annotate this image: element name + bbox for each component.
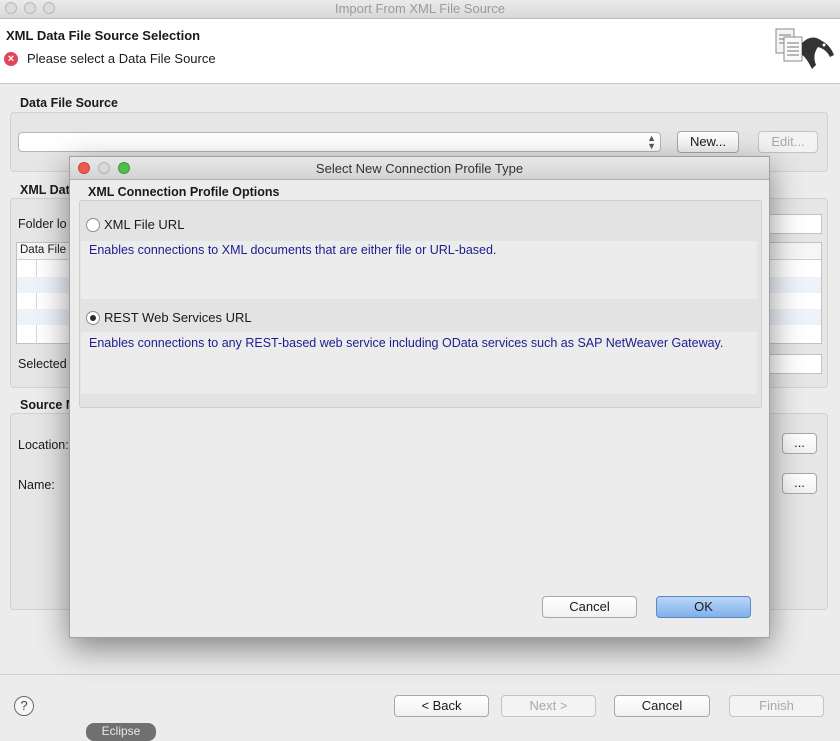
edit-button[interactable]: Edit...: [758, 131, 818, 153]
selected-label: Selected: [18, 357, 67, 371]
option-rest-web-services-url[interactable]: REST Web Services URL Enables connection…: [80, 302, 761, 402]
dialog-cancel-button[interactable]: Cancel: [542, 596, 637, 618]
wizard-header: XML Data File Source Selection × Please …: [0, 19, 840, 84]
location-browse-button[interactable]: ...: [782, 433, 817, 454]
location-label: Location:: [18, 438, 69, 452]
profile-options-label: XML Connection Profile Options: [88, 185, 280, 199]
radio-selected-dot: [90, 315, 96, 321]
dialog-title: Select New Connection Profile Type: [315, 161, 524, 176]
xml-file-url-radio[interactable]: [86, 218, 100, 232]
back-button[interactable]: < Back: [394, 695, 489, 717]
connection-profile-dialog: Select New Connection Profile Type XML C…: [69, 156, 770, 638]
eclipse-tag: Eclipse: [86, 723, 156, 741]
window-title: Import From XML File Source: [334, 1, 505, 16]
xml-file-url-label: XML File URL: [104, 217, 185, 232]
xml-file-url-description: Enables connections to XML documents tha…: [89, 243, 497, 257]
table-header-data-file: Data File: [20, 244, 67, 256]
folder-label: Folder lo: [18, 217, 67, 231]
profile-options-group: XML File URL Enables connections to XML …: [79, 200, 762, 408]
name-browse-button[interactable]: ...: [782, 473, 817, 494]
wizard-message: Please select a Data File Source: [27, 51, 216, 66]
wizard-cancel-button[interactable]: Cancel: [614, 695, 710, 717]
rest-web-services-url-label: REST Web Services URL: [104, 310, 252, 325]
window-titlebar: Import From XML File Source: [0, 0, 840, 19]
error-icon: ×: [4, 52, 18, 66]
new-button[interactable]: New...: [677, 131, 739, 153]
rest-web-services-url-description: Enables connections to any REST-based we…: [89, 336, 724, 350]
xml-data-group-label: XML Dat: [20, 183, 70, 197]
table-divider: [36, 260, 37, 344]
wizard-title: XML Data File Source Selection: [6, 28, 201, 43]
data-file-source-label: Data File Source: [20, 96, 118, 110]
dialog-ok-button[interactable]: OK: [656, 596, 751, 618]
next-button[interactable]: Next >: [501, 695, 596, 717]
source-group-label: Source N: [20, 398, 75, 412]
help-icon[interactable]: ?: [14, 696, 34, 716]
dialog-titlebar: Select New Connection Profile Type: [70, 157, 769, 180]
name-label: Name:: [18, 478, 55, 492]
data-file-source-combo[interactable]: ▲ ▼: [18, 132, 661, 152]
rest-web-services-url-radio[interactable]: [86, 311, 100, 325]
option-xml-file-url[interactable]: XML File URL Enables connections to XML …: [80, 201, 761, 299]
separator: [0, 674, 840, 675]
finish-button[interactable]: Finish: [729, 695, 824, 717]
wizard-banner-icon: [775, 28, 834, 69]
chevron-updown-icon: ▲ ▼: [647, 133, 656, 151]
